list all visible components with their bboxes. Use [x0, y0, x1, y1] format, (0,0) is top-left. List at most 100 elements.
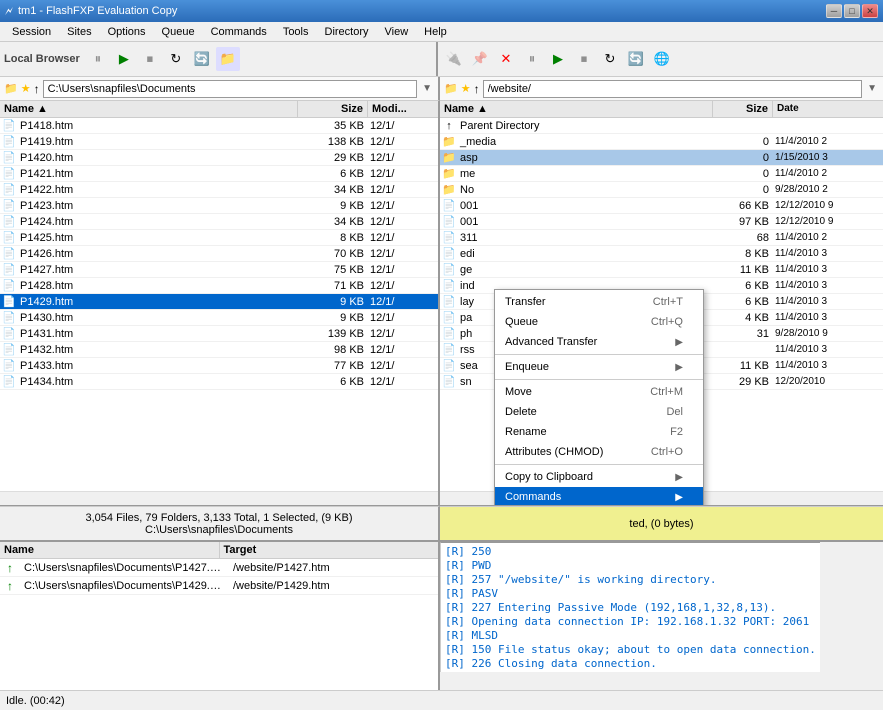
- file-size: 70 KB: [298, 248, 368, 260]
- table-row[interactable]: 📁 No 0 9/28/2010 2: [440, 182, 883, 198]
- table-row[interactable]: 📄 P1422.htm 34 KB 12/1/: [0, 182, 438, 198]
- ctx-move[interactable]: Move Ctrl+M: [495, 382, 703, 402]
- ctx-delete[interactable]: Delete Del: [495, 402, 703, 422]
- folder-icon: 📁: [440, 135, 458, 148]
- left-col-name[interactable]: Name ▲: [0, 101, 298, 117]
- menu-directory[interactable]: Directory: [317, 24, 377, 40]
- file-date: 12/12/2010 9: [773, 200, 883, 211]
- table-row[interactable]: 📄 P1420.htm 29 KB 12/1/: [0, 150, 438, 166]
- left-path-dropdown[interactable]: ▼: [420, 83, 434, 94]
- left-hscrollbar[interactable]: [0, 491, 438, 505]
- menu-queue[interactable]: Queue: [154, 24, 203, 40]
- menu-tools[interactable]: Tools: [275, 24, 317, 40]
- file-icon: 📄: [0, 343, 18, 356]
- file-name: P1418.htm: [18, 120, 298, 132]
- table-row[interactable]: 📄 001 66 KB 12/12/2010 9: [440, 198, 883, 214]
- table-row[interactable]: 📄 P1430.htm 9 KB 12/1/: [0, 310, 438, 326]
- left-path-input[interactable]: [43, 80, 418, 98]
- toolbar-disconnect-btn[interactable]: ✕: [494, 47, 518, 71]
- toolbar-connect-btn[interactable]: 🔌: [442, 47, 466, 71]
- minimize-button[interactable]: ─: [826, 4, 842, 18]
- right-path-dropdown[interactable]: ▼: [865, 83, 879, 94]
- ctx-copy-to-clipboard[interactable]: Copy to Clipboard ▶: [495, 467, 703, 487]
- ctx-queue[interactable]: Queue Ctrl+Q: [495, 312, 703, 332]
- toolbar-play-right-btn[interactable]: ▶: [546, 47, 570, 71]
- menu-commands[interactable]: Commands: [203, 24, 275, 40]
- toolbar-play-btn[interactable]: ▶: [112, 47, 136, 71]
- toolbar-refresh-local-btn[interactable]: ↻: [164, 47, 188, 71]
- table-row[interactable]: 📄 P1423.htm 9 KB 12/1/: [0, 198, 438, 214]
- left-col-date[interactable]: Modi...: [368, 101, 438, 117]
- right-status-line1: ted, (0 bytes): [629, 518, 693, 530]
- right-col-name[interactable]: Name ▲: [440, 101, 713, 117]
- table-row[interactable]: 📄 P1432.htm 98 KB 12/1/: [0, 342, 438, 358]
- file-date: 12/1/: [368, 232, 438, 244]
- file-icon: 📄: [0, 295, 18, 308]
- table-row[interactable]: 📄 P1419.htm 138 KB 12/1/: [0, 134, 438, 150]
- table-row[interactable]: ↑ Parent Directory: [440, 118, 883, 134]
- table-row[interactable]: 📁 _media 0 11/4/2010 2: [440, 134, 883, 150]
- table-row[interactable]: 📄 P1429.htm 9 KB 12/1/: [0, 294, 438, 310]
- table-row[interactable]: 📁 me 0 11/4/2010 2: [440, 166, 883, 182]
- table-row[interactable]: 📄 P1418.htm 35 KB 12/1/: [0, 118, 438, 134]
- table-row[interactable]: 📄 P1425.htm 8 KB 12/1/: [0, 230, 438, 246]
- table-row[interactable]: 📄 P1421.htm 6 KB 12/1/: [0, 166, 438, 182]
- menu-view[interactable]: View: [377, 24, 417, 40]
- ctx-advanced-transfer[interactable]: Advanced Transfer ▶: [495, 332, 703, 352]
- close-button[interactable]: ✕: [862, 4, 878, 18]
- right-col-date-header[interactable]: Date: [773, 101, 883, 117]
- table-row[interactable]: 📄 P1424.htm 34 KB 12/1/: [0, 214, 438, 230]
- table-row[interactable]: 📄 edi 8 KB 11/4/2010 3: [440, 246, 883, 262]
- table-row[interactable]: 📄 311 68 11/4/2010 2: [440, 230, 883, 246]
- toolbar-pause-btn[interactable]: ⏸: [86, 47, 110, 71]
- list-item[interactable]: ↑ C:\Users\snapfiles\Documents\P1429.htm…: [0, 577, 438, 595]
- maximize-button[interactable]: □: [844, 4, 860, 18]
- table-row[interactable]: 📄 P1434.htm 6 KB 12/1/: [0, 374, 438, 390]
- toolbar-refresh2-local-btn[interactable]: 🔄: [190, 47, 214, 71]
- file-date: 11/4/2010 3: [773, 360, 883, 371]
- toolbar-bookmark-btn[interactable]: 📌: [468, 47, 492, 71]
- menu-sites[interactable]: Sites: [59, 24, 99, 40]
- toolbar-refresh2-right-btn[interactable]: 🔄: [624, 47, 648, 71]
- bottom-status-bar: Idle. (00:42): [0, 690, 883, 710]
- toolbar-stop-right-btn[interactable]: ⏹: [572, 47, 596, 71]
- right-path-up[interactable]: ↑: [474, 82, 480, 96]
- file-icon: 📄: [0, 151, 18, 164]
- toolbar-refresh-right-btn[interactable]: ↻: [598, 47, 622, 71]
- toolbar-pause-right-btn[interactable]: ⏸: [520, 47, 544, 71]
- menu-help[interactable]: Help: [416, 24, 455, 40]
- table-row[interactable]: 📄 001 97 KB 12/12/2010 9: [440, 214, 883, 230]
- menu-session[interactable]: Session: [4, 24, 59, 40]
- file-size: 0: [713, 184, 773, 196]
- ctx-queue-shortcut: Ctrl+Q: [651, 316, 683, 328]
- file-date: 12/1/: [368, 360, 438, 372]
- left-file-list[interactable]: Name ▲ Size Modi... 📄 P1418.htm 35 KB 12…: [0, 101, 438, 491]
- file-icon: 📄: [0, 279, 18, 292]
- toolbar-stop-btn[interactable]: ⏹: [138, 47, 162, 71]
- ctx-transfer[interactable]: Transfer Ctrl+T: [495, 292, 703, 312]
- toolbar-globe-btn[interactable]: 🌐: [650, 47, 674, 71]
- file-date: 11/4/2010 3: [773, 312, 883, 323]
- file-name: P1425.htm: [18, 232, 298, 244]
- folder-icon: 📁: [440, 183, 458, 196]
- file-size: 6 KB: [298, 168, 368, 180]
- table-row[interactable]: 📄 P1431.htm 139 KB 12/1/: [0, 326, 438, 342]
- table-row[interactable]: 📁 asp 0 1/15/2010 3: [440, 150, 883, 166]
- menu-options[interactable]: Options: [100, 24, 154, 40]
- list-item[interactable]: ↑ C:\Users\snapfiles\Documents\P1427.htm…: [0, 559, 438, 577]
- ctx-enqueue[interactable]: Enqueue ▶: [495, 357, 703, 377]
- ctx-rename[interactable]: Rename F2: [495, 422, 703, 442]
- toolbar-folder-local-btn[interactable]: 📁: [216, 47, 240, 71]
- table-row[interactable]: 📄 P1427.htm 75 KB 12/1/: [0, 262, 438, 278]
- queue-upload-icon: ↑: [0, 579, 20, 593]
- table-row[interactable]: 📄 P1426.htm 70 KB 12/1/: [0, 246, 438, 262]
- left-path-up[interactable]: ↑: [34, 82, 40, 96]
- right-col-size-header[interactable]: Size: [713, 101, 773, 117]
- ctx-commands[interactable]: Commands ▶: [495, 487, 703, 505]
- ctx-attributes[interactable]: Attributes (CHMOD) Ctrl+O: [495, 442, 703, 462]
- left-col-size[interactable]: Size: [298, 101, 368, 117]
- table-row[interactable]: 📄 P1433.htm 77 KB 12/1/: [0, 358, 438, 374]
- right-path-input[interactable]: [483, 80, 863, 98]
- table-row[interactable]: 📄 P1428.htm 71 KB 12/1/: [0, 278, 438, 294]
- table-row[interactable]: 📄 ge 11 KB 11/4/2010 3: [440, 262, 883, 278]
